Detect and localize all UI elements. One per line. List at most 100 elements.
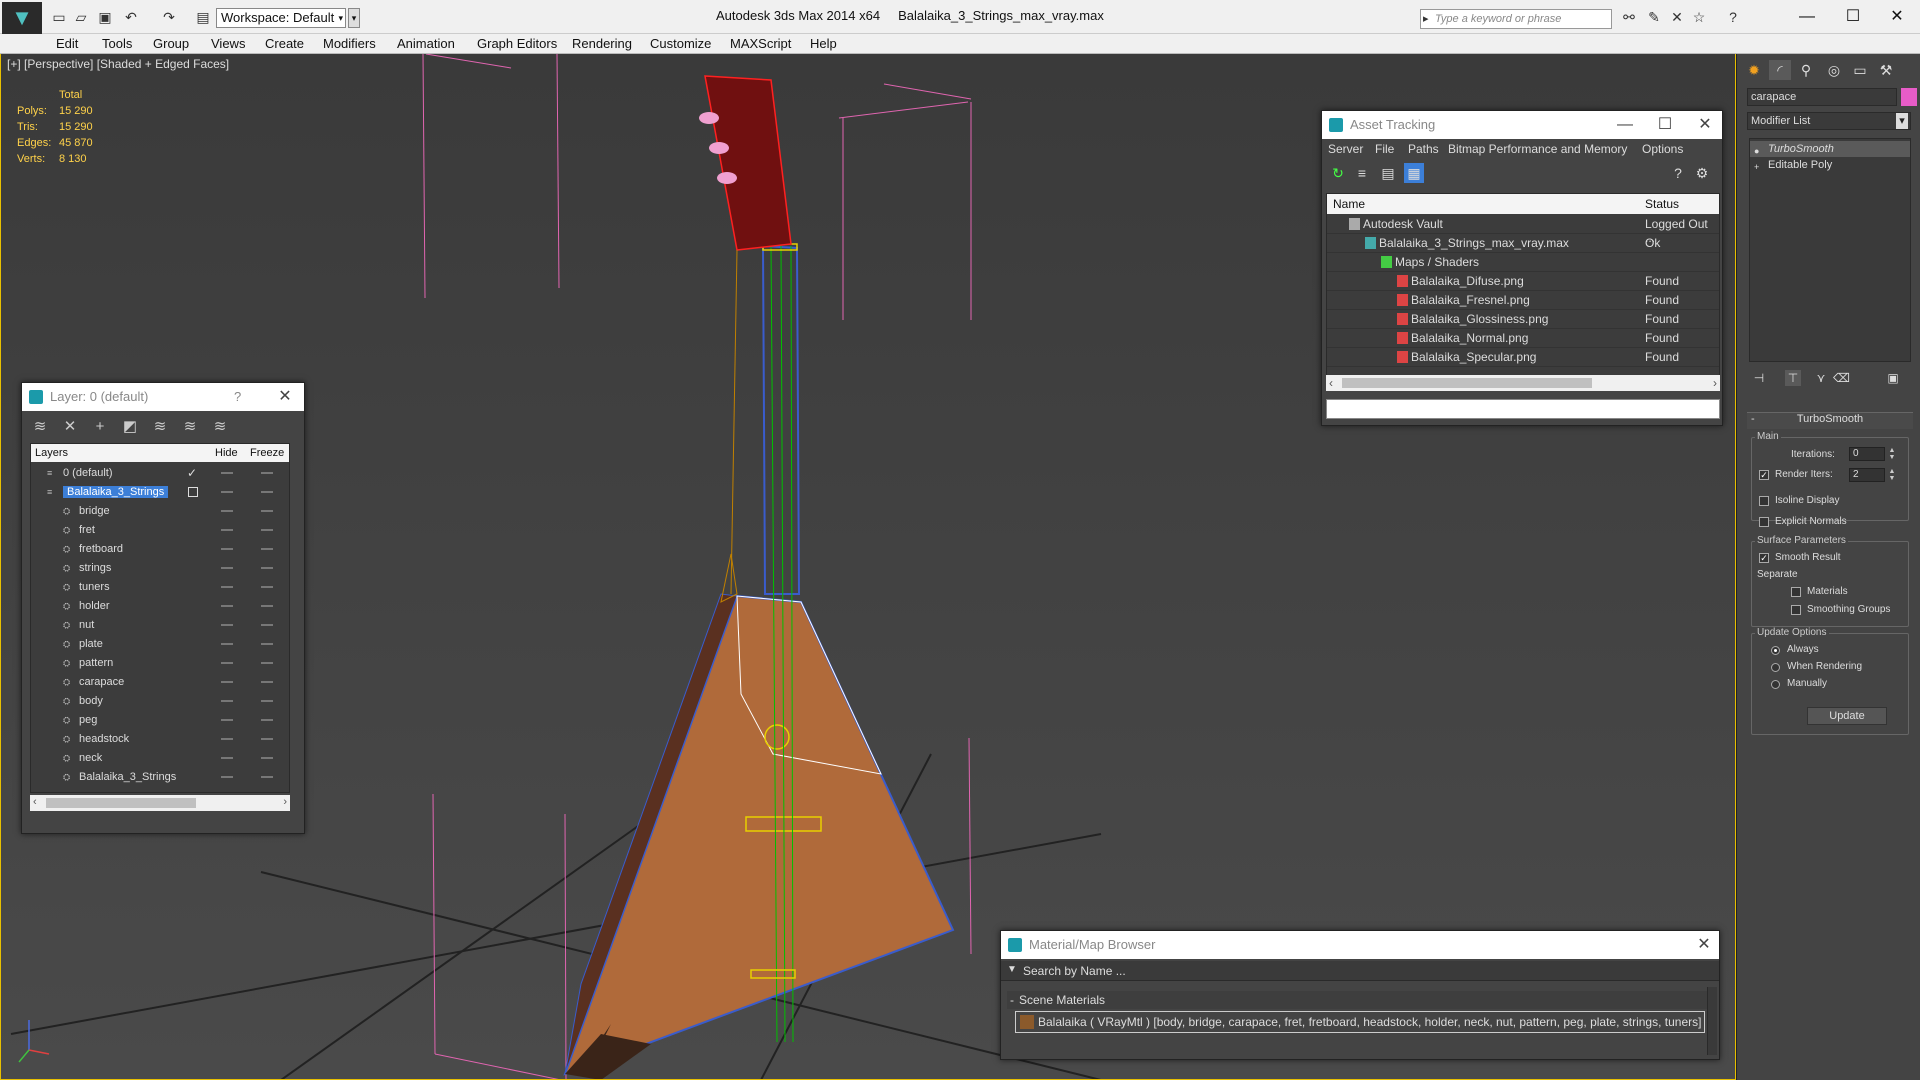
hide-toggle[interactable] <box>221 776 233 778</box>
help-icon[interactable]: ? <box>1724 8 1742 26</box>
menu-modifiers[interactable]: Modifiers <box>323 36 376 51</box>
maximize-button[interactable]: ☐ <box>1652 111 1678 139</box>
freeze-toggle[interactable] <box>261 757 273 759</box>
layer-row[interactable]: ⛭ body <box>31 692 289 711</box>
menu-customize[interactable]: Customize <box>650 36 711 51</box>
explicit-normals-checkbox[interactable] <box>1759 517 1769 527</box>
material-search-input[interactable]: ▼ Search by Name ... <box>1001 961 1719 981</box>
subscription-icon[interactable]: ✎ <box>1645 8 1663 26</box>
scroll-right-icon[interactable]: › <box>283 796 287 808</box>
layer-row[interactable]: ≡ 0 (default) ✓ <box>31 464 289 483</box>
modify-tab-icon[interactable]: ◜ <box>1769 60 1791 80</box>
layer-name[interactable]: body <box>79 695 103 707</box>
layer-name[interactable]: fret <box>79 524 95 536</box>
layer-row[interactable]: ⛭ fretboard <box>31 540 289 559</box>
layer-name[interactable]: pattern <box>79 657 113 669</box>
smoothing-groups-checkbox[interactable] <box>1791 605 1801 615</box>
hide-toggle[interactable] <box>221 700 233 702</box>
asset-row[interactable]: Balalaika_3_Strings_max_vray.max Ok <box>1327 234 1719 253</box>
layer-name[interactable]: carapace <box>79 676 124 688</box>
favorites-icon[interactable]: ☆ <box>1690 8 1708 26</box>
layer-name[interactable]: peg <box>79 714 97 726</box>
collapse-icon[interactable]: - <box>1010 991 1014 1009</box>
layer-row[interactable]: ⛭ Balalaika_3_Strings <box>31 768 289 787</box>
maximize-button[interactable]: ☐ <box>1830 4 1876 30</box>
hide-toggle[interactable] <box>221 643 233 645</box>
close-button[interactable]: ✕ <box>1874 4 1920 30</box>
undo-icon[interactable]: ↶ <box>122 8 140 26</box>
menu-tools[interactable]: Tools <box>102 36 132 51</box>
show-end-result-icon[interactable]: ⊤ <box>1785 370 1801 386</box>
menu-create[interactable]: Create <box>265 36 304 51</box>
spinner-arrows-icon[interactable]: ▲ ▼ <box>1887 447 1897 461</box>
asset-row[interactable]: Autodesk Vault Logged Out ... <box>1327 215 1719 245</box>
freeze-toggle[interactable] <box>261 567 273 569</box>
options-dropdown-icon[interactable]: ▼ <box>1007 964 1017 975</box>
close-button[interactable]: ✕ <box>1691 931 1717 959</box>
hide-toggle[interactable] <box>221 567 233 569</box>
scroll-thumb[interactable] <box>1342 378 1592 388</box>
material-dialog-title[interactable]: Material/Map Browser ✕ <box>1001 931 1719 959</box>
hide-toggle[interactable] <box>221 586 233 588</box>
layer-row[interactable]: ⛭ holder <box>31 597 289 616</box>
layer-row[interactable]: ⛭ bridge <box>31 502 289 521</box>
col-hide[interactable]: Hide <box>215 447 238 459</box>
freeze-all-icon[interactable]: ≋ <box>210 417 230 437</box>
freeze-toggle[interactable] <box>261 510 273 512</box>
project-folder-icon[interactable]: ▤ <box>194 8 212 26</box>
freeze-toggle[interactable] <box>261 586 273 588</box>
hide-toggle[interactable] <box>221 472 233 474</box>
layer-name[interactable]: 0 (default) <box>63 467 113 479</box>
set-current-checkbox[interactable] <box>188 487 198 497</box>
workspace-dropdown-icon[interactable]: ▾ <box>348 8 360 28</box>
communication-icon[interactable]: ✕ <box>1668 8 1686 26</box>
minimize-button[interactable]: — <box>1784 4 1830 30</box>
layer-name[interactable]: Balalaika_3_Strings <box>79 771 176 783</box>
stack-item-editable-poly[interactable]: + Editable Poly <box>1750 157 1910 173</box>
motion-tab-icon[interactable]: ◎ <box>1823 60 1845 80</box>
freeze-toggle[interactable] <box>261 738 273 740</box>
freeze-toggle[interactable] <box>261 472 273 474</box>
freeze-toggle[interactable] <box>261 548 273 550</box>
layer-name[interactable]: Balalaika_3_Strings <box>63 486 169 498</box>
create-tab-icon[interactable]: ✹ <box>1743 60 1765 80</box>
spinner-arrows-icon[interactable]: ▲ ▼ <box>1887 468 1897 482</box>
freeze-toggle[interactable] <box>261 643 273 645</box>
freeze-toggle[interactable] <box>261 776 273 778</box>
asset-row[interactable]: Balalaika_Specular.png Found <box>1327 348 1719 367</box>
hide-toggle[interactable] <box>221 548 233 550</box>
hide-toggle[interactable] <box>221 719 233 721</box>
asset-row[interactable]: Maps / Shaders <box>1327 253 1719 272</box>
menu-edit[interactable]: Edit <box>56 36 78 51</box>
menu-help[interactable]: Help <box>810 36 837 51</box>
freeze-toggle[interactable] <box>261 491 273 493</box>
new-file-icon[interactable]: ▭ <box>50 8 68 26</box>
smooth-result-checkbox[interactable]: ✓ <box>1759 553 1769 563</box>
viewport-label[interactable]: [+] [Perspective] [Shaded + Edged Faces] <box>7 57 229 71</box>
menu-group[interactable]: Group <box>153 36 189 51</box>
menu-bitmap-performance[interactable]: Bitmap Performance and Memory <box>1448 142 1627 156</box>
freeze-toggle[interactable] <box>261 529 273 531</box>
hide-toggle[interactable] <box>221 681 233 683</box>
asset-row[interactable]: Balalaika_Fresnel.png Found <box>1327 291 1719 310</box>
add-to-layer-icon[interactable]: + <box>90 417 110 437</box>
hide-toggle[interactable] <box>221 624 233 626</box>
help-icon[interactable]: ? <box>1668 163 1688 183</box>
asset-row[interactable]: Balalaika_Difuse.png Found <box>1327 272 1719 291</box>
render-iters-checkbox[interactable]: ✓ <box>1759 470 1769 480</box>
current-layer-icon[interactable]: ✓ <box>187 466 197 480</box>
remove-modifier-icon[interactable]: ⌫ <box>1833 370 1850 386</box>
material-scrollbar[interactable] <box>1707 987 1717 1055</box>
menu-server[interactable]: Server <box>1328 142 1363 156</box>
detail-view-icon[interactable]: ▤ <box>1378 163 1398 183</box>
menu-views[interactable]: Views <box>211 36 245 51</box>
menu-paths[interactable]: Paths <box>1408 142 1439 156</box>
scroll-thumb[interactable] <box>46 798 196 808</box>
hide-toggle[interactable] <box>221 605 233 607</box>
menu-animation[interactable]: Animation <box>397 36 455 51</box>
freeze-toggle[interactable] <box>261 624 273 626</box>
layer-row[interactable]: ⛭ nut <box>31 616 289 635</box>
when-rendering-radio[interactable] <box>1771 663 1780 672</box>
display-tab-icon[interactable]: ▭ <box>1849 60 1871 80</box>
col-status[interactable]: Status <box>1645 197 1679 211</box>
